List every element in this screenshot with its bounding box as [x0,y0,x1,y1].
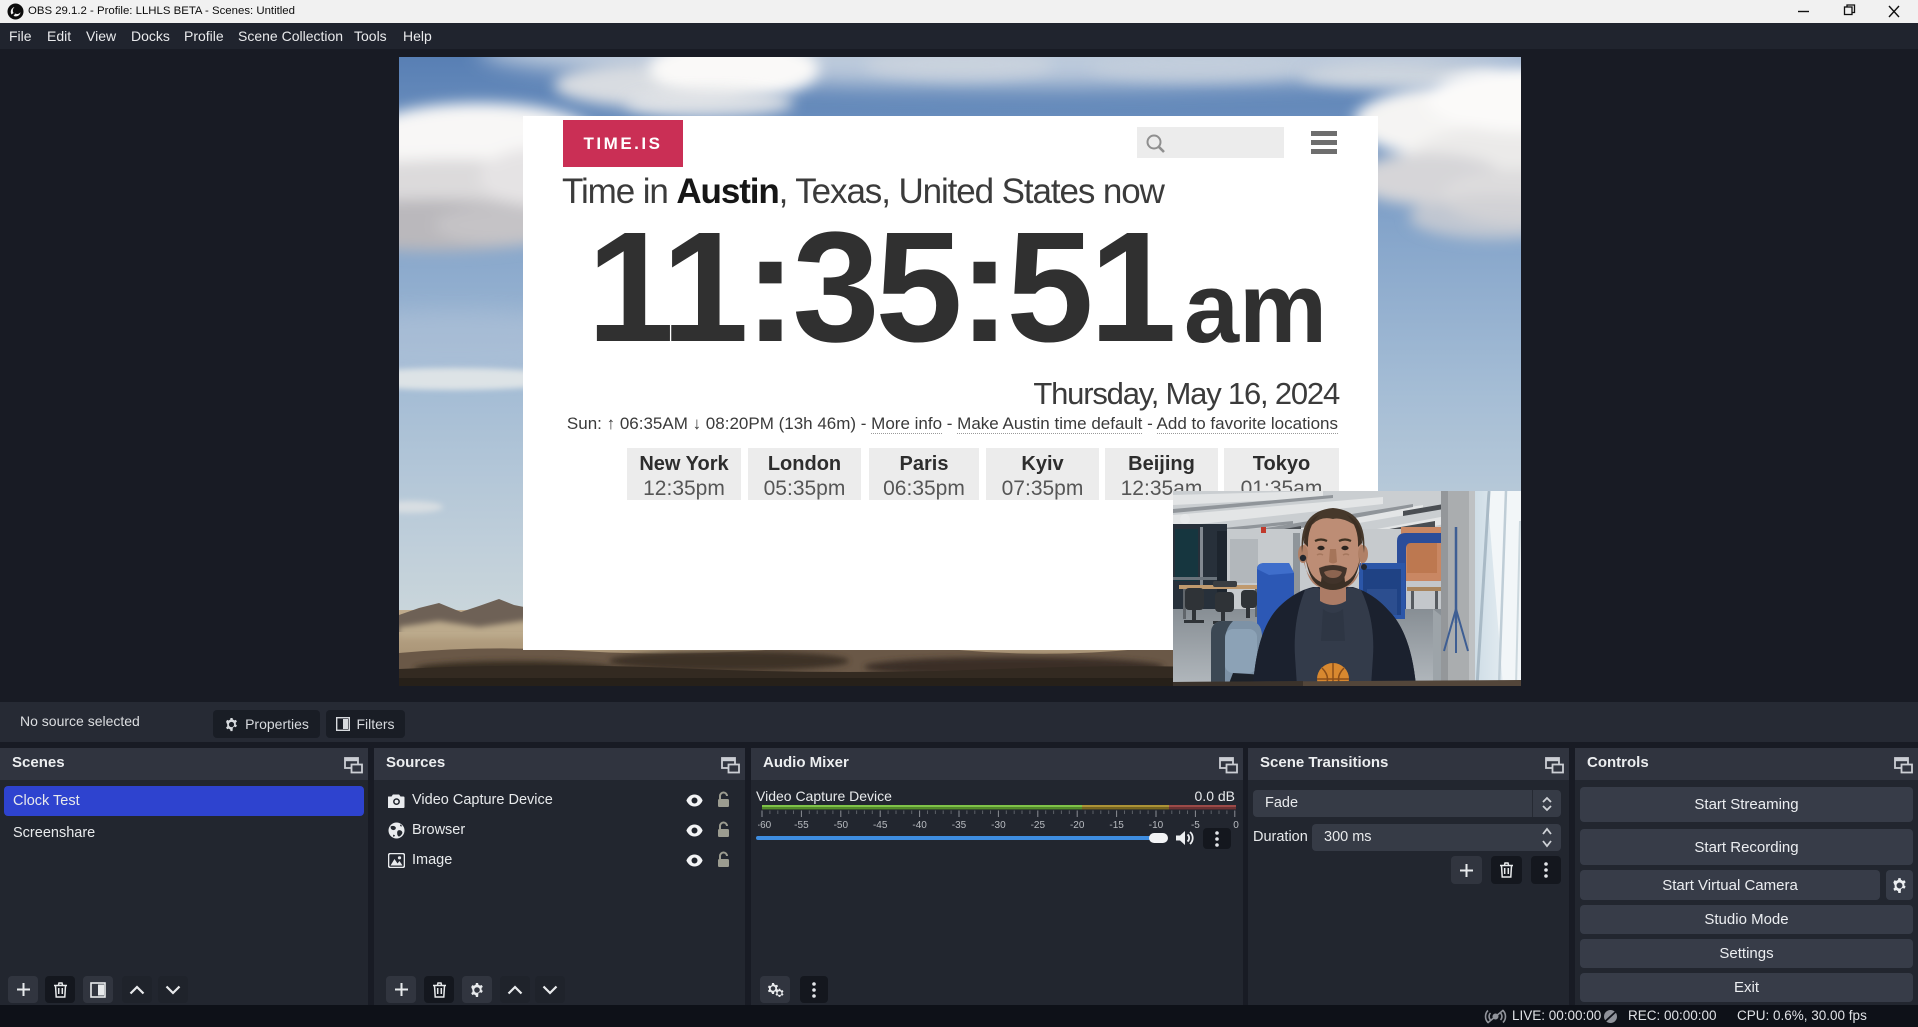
svg-text:-15: -15 [1109,820,1124,831]
svg-text:-30: -30 [991,820,1006,831]
svg-text:0: 0 [1233,820,1239,831]
svg-text:-50: -50 [834,820,849,831]
svg-text:-25: -25 [1031,820,1046,831]
svg-text:-60: -60 [758,820,772,831]
svg-text:-45: -45 [873,820,888,831]
svg-text:-10: -10 [1149,820,1164,831]
svg-text:-40: -40 [912,820,927,831]
svg-text:-20: -20 [1070,820,1085,831]
svg-text:-55: -55 [794,820,809,831]
svg-text:-35: -35 [952,820,967,831]
